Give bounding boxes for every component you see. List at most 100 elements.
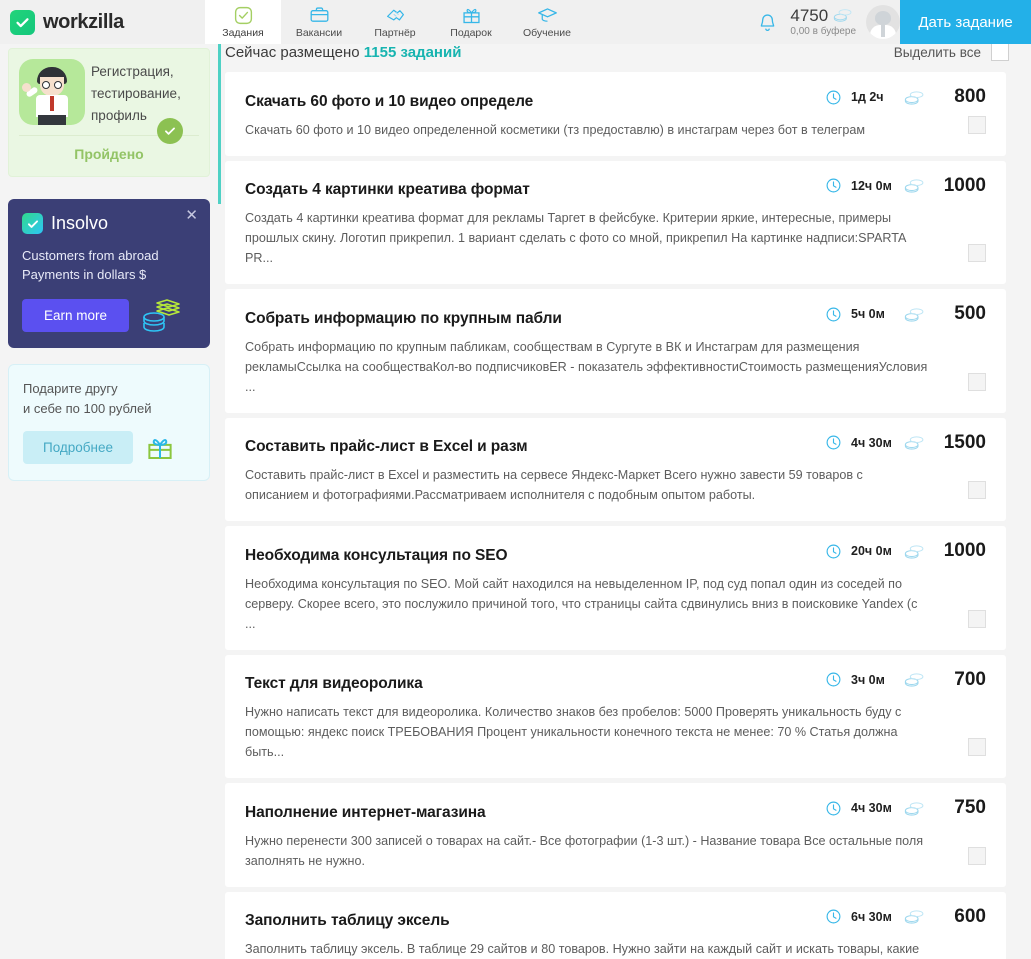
task-description: Составить прайс-лист в Excel и разместит…	[245, 468, 863, 502]
money-stack-icon	[141, 298, 181, 332]
task-row[interactable]: Создать 4 картинки креатива формат 12ч 0…	[225, 160, 1006, 284]
task-checkbox[interactable]	[968, 372, 986, 391]
task-title[interactable]: Скачать 60 фото и 10 видео определе	[245, 93, 825, 111]
registration-line-2: тестирование,	[91, 86, 181, 101]
close-icon[interactable]: ✕	[185, 208, 198, 223]
clock-icon	[825, 671, 842, 688]
coins-icon	[904, 544, 925, 559]
nav-label: Задания	[222, 27, 264, 39]
brand-logo-area[interactable]: workzilla	[0, 0, 205, 44]
task-checkbox[interactable]	[968, 846, 986, 865]
task-row[interactable]: Необходима консультация по SEO 20ч 0м 10…	[225, 526, 1006, 650]
task-row[interactable]: Составить прайс-лист в Excel и разм 4ч 3…	[225, 417, 1006, 521]
task-time: 12ч 0м	[851, 178, 892, 193]
nav-label: Вакансии	[295, 27, 343, 39]
task-price: 800	[954, 86, 986, 107]
bell-icon[interactable]	[757, 12, 778, 33]
nav-label: Подарок	[450, 27, 492, 39]
coins-icon	[904, 307, 925, 322]
task-row[interactable]: Собрать информацию по крупным пабли 5ч 0…	[225, 289, 1006, 413]
posted-count-value: 1155 заданий	[363, 44, 462, 61]
task-title[interactable]: Составить прайс-лист в Excel и разм	[245, 438, 825, 456]
nav-item-obuchenie[interactable]: Обучение	[509, 0, 585, 44]
referral-gift-card: Подарите другу и себе по 100 рублей Подр…	[8, 364, 210, 481]
task-description: Скачать 60 фото и 10 видео определенной …	[245, 122, 866, 137]
registration-illustration	[19, 59, 85, 125]
coins-icon	[904, 90, 925, 105]
clock-icon	[825, 800, 842, 817]
registration-status-badge: Пройдено	[74, 146, 144, 162]
task-description: Создать 4 картинки креатива формат для р…	[245, 211, 906, 265]
gift-line-1: Подарите другу	[23, 381, 118, 396]
task-title[interactable]: Текст для видеоролика	[245, 675, 825, 693]
task-title[interactable]: Необходима консультация по SEO	[245, 547, 825, 565]
task-checkbox[interactable]	[968, 244, 986, 262]
main-nav: Задания Вакансии Партнёр Подарок Обучени…	[205, 0, 585, 44]
workzilla-logo-icon	[10, 9, 35, 35]
nav-item-vakansii[interactable]: Вакансии	[281, 0, 357, 44]
task-price: 1000	[943, 174, 986, 196]
create-task-button[interactable]: Дать задание	[900, 0, 1031, 44]
left-sidebar: Регистрация, тестирование, профиль Пройд…	[0, 44, 218, 481]
insolvo-title: Insolvo	[51, 213, 109, 233]
task-row[interactable]: Наполнение интернет-магазина 4ч 30м 750 …	[225, 783, 1006, 887]
clock-icon	[825, 177, 842, 194]
task-checkbox[interactable]	[968, 609, 986, 628]
briefcase-icon	[309, 5, 330, 26]
coins-icon	[904, 672, 925, 687]
task-row[interactable]: Текст для видеоролика 3ч 0м 700 Нужно на…	[225, 654, 1006, 778]
task-checkbox[interactable]	[968, 481, 986, 499]
coins-icon	[833, 8, 853, 22]
task-time: 4ч 30м	[851, 801, 892, 815]
task-description: Заполнить таблицу эксель. В таблице 29 с…	[245, 942, 920, 956]
registration-progress-card[interactable]: Регистрация, тестирование, профиль Пройд…	[8, 48, 210, 177]
balance-block[interactable]: 4750 0,00 в буфере	[790, 7, 856, 38]
clock-icon	[825, 908, 842, 925]
checkbox-circle-icon	[233, 5, 254, 26]
task-time: 5ч 0м	[851, 307, 885, 321]
task-time: 6ч 30м	[851, 909, 892, 924]
main-content: Сейчас размещено 1155 заданий Выделить в…	[218, 43, 1031, 959]
coins-icon	[904, 178, 925, 193]
insolvo-line-1: Customers from abroad	[22, 248, 159, 263]
task-checkbox[interactable]	[968, 115, 986, 134]
insolvo-line-2: Payments in dollars $	[22, 267, 147, 282]
brand-name: workzilla	[43, 10, 124, 33]
task-title[interactable]: Заполнить таблицу эксель	[245, 912, 825, 930]
registration-line-1: Регистрация,	[91, 64, 174, 79]
nav-item-partner[interactable]: Партнёр	[357, 0, 433, 44]
insolvo-promo-card: ✕ Insolvo Customers from abroad Payments…	[8, 199, 210, 348]
select-all-label: Выделить все	[893, 44, 981, 60]
graduation-cap-icon	[537, 5, 558, 26]
select-all-control[interactable]: Выделить все	[894, 43, 1009, 61]
task-description: Нужно написать текст для видеоролика. Ко…	[245, 705, 902, 759]
gift-icon	[461, 5, 482, 26]
workzilla-task-board: workzilla Задания Вакансии Партнёр Подар…	[0, 0, 1031, 959]
nav-item-zadaniya[interactable]: Задания	[205, 0, 281, 44]
task-price: 600	[954, 905, 986, 927]
coins-icon	[904, 909, 925, 924]
select-all-checkbox[interactable]	[991, 43, 1009, 61]
registration-steps-text: Регистрация, тестирование, профиль	[91, 59, 181, 127]
nav-item-podarok[interactable]: Подарок	[433, 0, 509, 44]
handshake-icon	[385, 5, 406, 26]
task-row[interactable]: Заполнить таблицу эксель 6ч 30м 600 Запо…	[225, 891, 1006, 959]
balance-amount: 4750	[790, 5, 829, 25]
coins-icon	[904, 801, 925, 816]
task-title[interactable]: Создать 4 картинки креатива формат	[245, 181, 825, 199]
clock-icon	[825, 543, 842, 560]
posted-count-line: Сейчас размещено 1155 заданий	[225, 44, 461, 61]
check-circle-icon	[157, 118, 183, 144]
earn-more-button[interactable]: Earn more	[22, 298, 130, 332]
task-price: 500	[954, 303, 986, 324]
nav-label: Обучение	[522, 27, 571, 39]
task-row[interactable]: Скачать 60 фото и 10 видео определе 1д 2…	[225, 72, 1006, 156]
task-title[interactable]: Собрать информацию по крупным пабли	[245, 310, 825, 328]
avatar[interactable]	[866, 5, 900, 39]
task-checkbox[interactable]	[968, 738, 986, 756]
top-header: workzilla Задания Вакансии Партнёр Подар…	[0, 0, 1031, 44]
task-title[interactable]: Наполнение интернет-магазина	[245, 804, 825, 822]
gift-details-button[interactable]: Подробнее	[23, 431, 134, 464]
accent-rail	[218, 44, 221, 204]
coins-icon	[904, 435, 925, 450]
